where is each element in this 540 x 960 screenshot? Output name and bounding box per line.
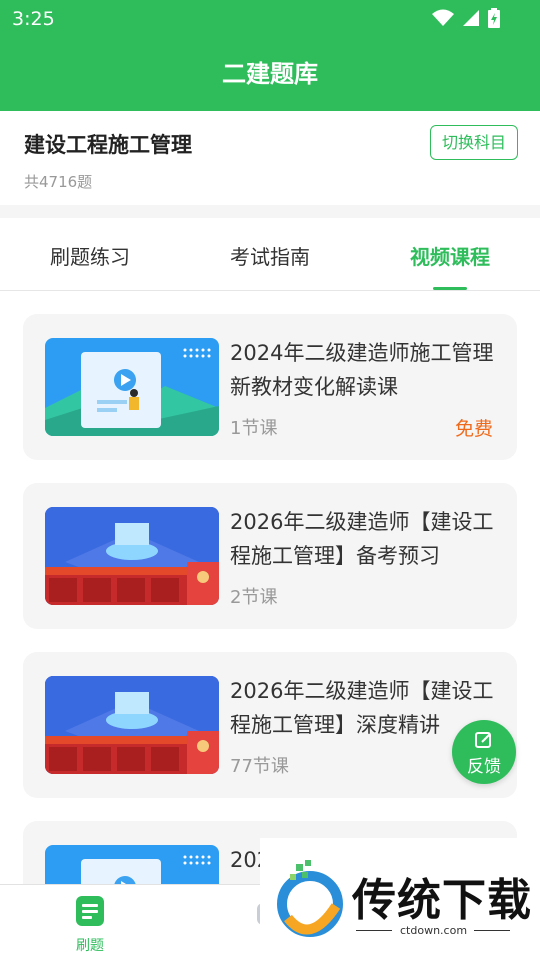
tab-exam-guide[interactable]: 考试指南 — [180, 218, 360, 290]
divider — [474, 930, 510, 931]
switch-subject-button[interactable]: 切换科目 — [430, 125, 518, 160]
tab-video-courses[interactable]: 视频课程 — [360, 218, 540, 290]
battery-icon — [488, 8, 500, 28]
tab-bar: 刷题练习 考试指南 视频课程 — [0, 218, 540, 291]
status-icons — [432, 8, 500, 28]
course-title: 2024年二级建造师施工管理 新教材变化解读课 — [230, 341, 494, 399]
course-thumbnail — [45, 676, 219, 774]
video-course-card[interactable]: 2024年二级建造师施工管理 新教材变化解读课 1节课 免费 — [23, 314, 517, 460]
status-time: 3:25 — [12, 8, 55, 30]
tab-label: 视频课程 — [410, 245, 490, 269]
lesson-count: 77节课 — [230, 756, 289, 777]
question-count: 共4716题 — [24, 173, 93, 191]
document-icon — [76, 896, 104, 926]
course-name: 建设工程施工管理 — [24, 133, 192, 157]
nav-item-practice[interactable]: 刷题 — [50, 895, 130, 955]
app-header: 3:25 二建题库 — [0, 0, 540, 111]
tab-label: 刷题练习 — [50, 245, 130, 269]
wifi-icon — [432, 9, 454, 26]
watermark-brand: 传统下载 — [352, 875, 532, 926]
lesson-count: 1节课 — [230, 418, 278, 439]
tab-practice[interactable]: 刷题练习 — [0, 218, 180, 290]
course-thumbnail — [45, 845, 219, 884]
edit-icon — [475, 732, 491, 748]
course-panel: 建设工程施工管理 共4716题 切换科目 — [0, 111, 540, 205]
watermark-logo-icon — [277, 860, 343, 937]
feedback-label: 反馈 — [467, 757, 501, 777]
divider — [356, 930, 392, 931]
course-thumbnail — [45, 507, 219, 605]
tab-label: 考试指南 — [230, 245, 310, 269]
watermark-url: ctdown.com — [400, 924, 468, 937]
signal-icon — [463, 10, 479, 26]
video-course-card[interactable]: 2026年二级建造师【建设工程施工管理】深度精讲 77节课 — [23, 652, 517, 798]
video-course-card[interactable]: 2026年二级建造师【建设工程施工管理】备考预习 2节课 — [23, 483, 517, 629]
course-title: 2026年二级建造师【建设工程施工管理】备考预习 — [230, 510, 494, 568]
page-title: 二建题库 — [222, 60, 318, 88]
course-thumbnail — [45, 338, 219, 436]
price-badge: 免费 — [454, 418, 493, 440]
video-course-list[interactable]: 2024年二级建造师施工管理 新教材变化解读课 1节课 免费 2026年二级建造… — [0, 291, 540, 884]
feedback-button[interactable]: 反馈 — [452, 720, 516, 784]
active-tab-indicator — [433, 287, 467, 290]
nav-label: 刷题 — [76, 938, 104, 954]
watermark-logo: 传统下载 ctdown.com — [260, 838, 540, 960]
lesson-count: 2节课 — [230, 587, 278, 608]
